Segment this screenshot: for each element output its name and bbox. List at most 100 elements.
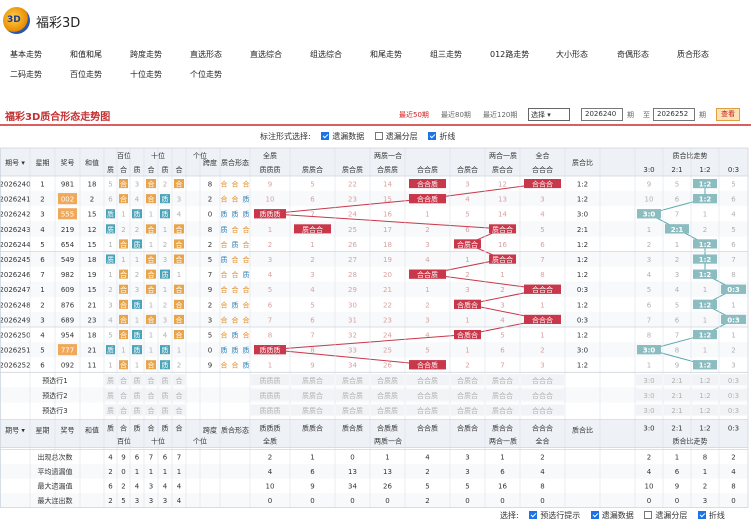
pre-form-cell[interactable]: 合质质: [377, 376, 398, 385]
footer-zh-header: 质: [134, 424, 141, 433]
pre-pos-cell[interactable]: 合: [120, 376, 127, 385]
preselect-hint-checkbox[interactable]: [529, 511, 538, 519]
pre-pos-cell[interactable]: 合: [148, 406, 155, 415]
bottom-polyline-checkbox[interactable]: [697, 511, 706, 519]
ratio-miss: 6: [647, 301, 652, 309]
stat-form: 6: [500, 468, 505, 476]
ratio-miss: 6: [731, 241, 736, 249]
pre-pos-cell[interactable]: 合: [120, 406, 127, 415]
pos-marker-text: 合: [176, 225, 183, 234]
pre-form-cell[interactable]: 质合质: [342, 406, 363, 415]
pre-ratio-cell[interactable]: 2:1: [671, 392, 682, 400]
sum-cell: 23: [88, 316, 97, 324]
pre-ratio-cell[interactable]: 0:3: [728, 377, 739, 385]
pre-form-cell[interactable]: 质质质: [260, 376, 281, 385]
bottom-miss-data-checkbox[interactable]: [590, 511, 599, 519]
form-miss: 6: [310, 316, 315, 324]
pre-pos-cell[interactable]: 质: [107, 406, 114, 415]
pos-miss: 1: [163, 286, 167, 294]
stat-ratio: 0: [731, 497, 735, 505]
pre-pos-cell[interactable]: 质: [134, 406, 141, 415]
pos-marker-text: 合: [176, 180, 183, 189]
pos-miss: 1: [135, 256, 139, 264]
form-miss: 3: [540, 362, 544, 370]
pre-form-cell[interactable]: 合合质: [417, 391, 438, 400]
pre-pos-cell[interactable]: 质: [162, 406, 169, 415]
pre-ratio-cell[interactable]: 0:3: [728, 392, 739, 400]
pre-form-cell[interactable]: 合质合: [457, 376, 478, 385]
pre-form-cell[interactable]: 质合合: [492, 376, 513, 385]
stat-form: 13: [383, 468, 392, 476]
pos-miss: 4: [163, 332, 168, 340]
pre-form-cell[interactable]: 质质质: [260, 406, 281, 415]
number-cell: 549: [61, 256, 74, 264]
ratio-miss: 8: [675, 347, 679, 355]
pre-form-cell[interactable]: 合质合: [457, 391, 478, 400]
form-miss: 6: [310, 196, 315, 204]
pre-form-cell[interactable]: 质质质: [260, 391, 281, 400]
pre-pos-cell[interactable]: 质: [107, 391, 114, 400]
pre-pos-cell[interactable]: 合: [176, 391, 183, 400]
pre-pos-cell[interactable]: 质: [134, 376, 141, 385]
period-cell: 2026246: [0, 271, 31, 279]
pre-pos-cell[interactable]: 合: [176, 406, 183, 415]
pos-miss: 1: [135, 362, 139, 370]
two-he-subheader: 合质合: [457, 165, 478, 174]
pos-marker-text: 合: [148, 180, 155, 189]
pre-pos-cell[interactable]: 合: [176, 376, 183, 385]
pre-ratio-cell[interactable]: 0:3: [728, 407, 739, 415]
pre-pos-cell[interactable]: 质: [134, 391, 141, 400]
ratio-miss: 6: [731, 196, 736, 204]
pre-pos-cell[interactable]: 质: [107, 376, 114, 385]
form-miss: 1: [268, 362, 272, 370]
pre-ratio-cell[interactable]: 2:1: [671, 377, 682, 385]
form-miss: 2: [425, 301, 429, 309]
footer-span-header: 跨度: [203, 426, 217, 435]
number-cell: 777: [61, 347, 74, 355]
pre-form-cell[interactable]: 质合质: [342, 376, 363, 385]
form-miss: 3: [268, 256, 272, 264]
stat-form: 0: [350, 454, 354, 462]
ratio-miss: 1: [647, 226, 651, 234]
pre-form-cell[interactable]: 合合合: [532, 406, 553, 415]
pre-ratio-cell[interactable]: 1:2: [699, 392, 710, 400]
pre-ratio-cell[interactable]: 1:2: [699, 377, 710, 385]
bottom-miss-layer-checkbox[interactable]: [644, 511, 653, 519]
period-header[interactable]: 期号 ▾: [5, 159, 25, 167]
pos-miss: 1: [149, 301, 153, 309]
pre-pos-cell[interactable]: 质: [162, 391, 169, 400]
ratio-cell: 1:2: [577, 301, 588, 309]
ratio-hit-top-text: 1:2: [699, 181, 712, 189]
pre-form-cell[interactable]: 质合质: [342, 391, 363, 400]
pre-form-cell[interactable]: 质质合: [302, 406, 323, 415]
pre-form-cell[interactable]: 质质合: [302, 391, 323, 400]
pre-form-cell[interactable]: 合合质: [417, 406, 438, 415]
pos-marker-text: 合: [120, 270, 127, 279]
form-char: 合: [232, 270, 239, 279]
form-miss: 34: [348, 362, 357, 370]
ratio-miss: 1: [703, 211, 707, 219]
pre-form-cell[interactable]: 合质质: [377, 406, 398, 415]
pre-ratio-cell[interactable]: 3:0: [643, 407, 654, 415]
pre-form-cell[interactable]: 质质合: [302, 376, 323, 385]
pre-pos-cell[interactable]: 质: [162, 376, 169, 385]
pre-form-cell[interactable]: 质合合: [492, 406, 513, 415]
pre-ratio-cell[interactable]: 3:0: [643, 377, 654, 385]
pre-ratio-cell[interactable]: 1:2: [699, 407, 710, 415]
ratio-cell: 1:2: [577, 241, 588, 249]
number-cell: 219: [61, 226, 74, 234]
pre-form-cell[interactable]: 合质质: [377, 391, 398, 400]
pre-pos-cell[interactable]: 合: [148, 391, 155, 400]
span-cell: 2: [208, 196, 212, 204]
pre-pos-cell[interactable]: 合: [148, 376, 155, 385]
pre-form-cell[interactable]: 质合合: [492, 391, 513, 400]
pre-pos-cell[interactable]: 合: [120, 391, 127, 400]
pre-form-cell[interactable]: 合合合: [532, 376, 553, 385]
pre-ratio-cell[interactable]: 2:1: [671, 407, 682, 415]
footer-period-header[interactable]: 期号 ▾: [5, 427, 25, 435]
pre-ratio-cell[interactable]: 3:0: [643, 392, 654, 400]
pre-form-cell[interactable]: 合合合: [532, 391, 553, 400]
pre-form-cell[interactable]: 合合质: [417, 376, 438, 385]
pre-form-cell[interactable]: 合质合: [457, 406, 478, 415]
form-char: 质: [221, 225, 228, 234]
